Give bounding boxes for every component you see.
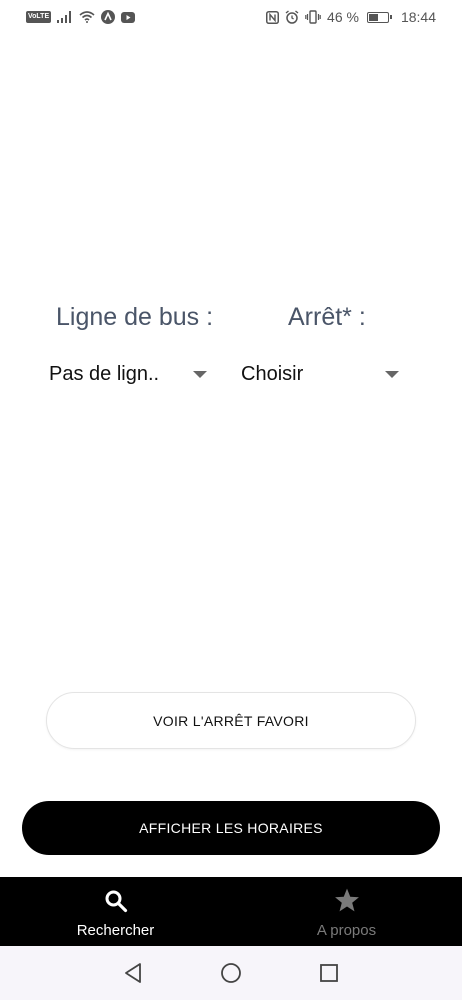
arret-dropdown[interactable]: Choisir: [241, 354, 401, 394]
bottom-tab-bar: Rechercher A propos: [0, 877, 462, 946]
recents-icon[interactable]: [313, 957, 345, 989]
wifi-icon: [79, 11, 95, 23]
battery-percent: 46 %: [327, 9, 359, 25]
home-icon[interactable]: [215, 957, 247, 989]
arret-dropdown-value: Choisir: [241, 362, 304, 385]
star-icon: [334, 888, 360, 918]
status-bar: VoLTE 46 % 18:44: [0, 0, 462, 34]
clock: 18:44: [400, 9, 436, 25]
ligne-dropdown-value: Pas de lign..: [49, 362, 160, 385]
tab-a-propos-label: A propos: [316, 922, 377, 939]
tab-a-propos[interactable]: A propos: [231, 877, 462, 946]
nfc-icon: [266, 10, 280, 24]
battery-level-fill: [368, 13, 379, 21]
android-nav-bar: [0, 946, 462, 1000]
ligne-label: Ligne de bus :: [56, 303, 214, 331]
caret-down-icon: [193, 370, 207, 378]
youtube-icon: [121, 11, 136, 23]
app-screen: VoLTE 46 % 18:44 Ligne de bus: Arrêt*:…: [0, 0, 462, 1000]
back-icon[interactable]: [117, 957, 149, 989]
search-icon: [104, 889, 128, 918]
battery-icon: [366, 11, 392, 23]
status-bar-right: 46 % 18:44: [266, 9, 436, 25]
status-bar-left: VoLTE: [26, 10, 136, 24]
voir-arret-favori-button[interactable]: VOIR L'ARRÊT FAVORI: [46, 692, 416, 749]
ligne-dropdown[interactable]: Pas de lign..: [49, 354, 209, 394]
tab-rechercher-label: Rechercher: [76, 921, 155, 939]
alarm-icon: [285, 10, 299, 24]
caret-down-icon: [385, 370, 399, 378]
nav-app-icon: [101, 10, 116, 24]
volte-badge: VoLTE: [26, 11, 52, 23]
signal-icon: [57, 11, 73, 23]
afficher-horaires-button[interactable]: AFFICHER LES HORAIRES: [22, 801, 440, 855]
vibrate-icon: [305, 10, 321, 24]
tab-rechercher[interactable]: Rechercher: [0, 877, 231, 946]
arret-label: Arrêt* :: [288, 303, 366, 331]
